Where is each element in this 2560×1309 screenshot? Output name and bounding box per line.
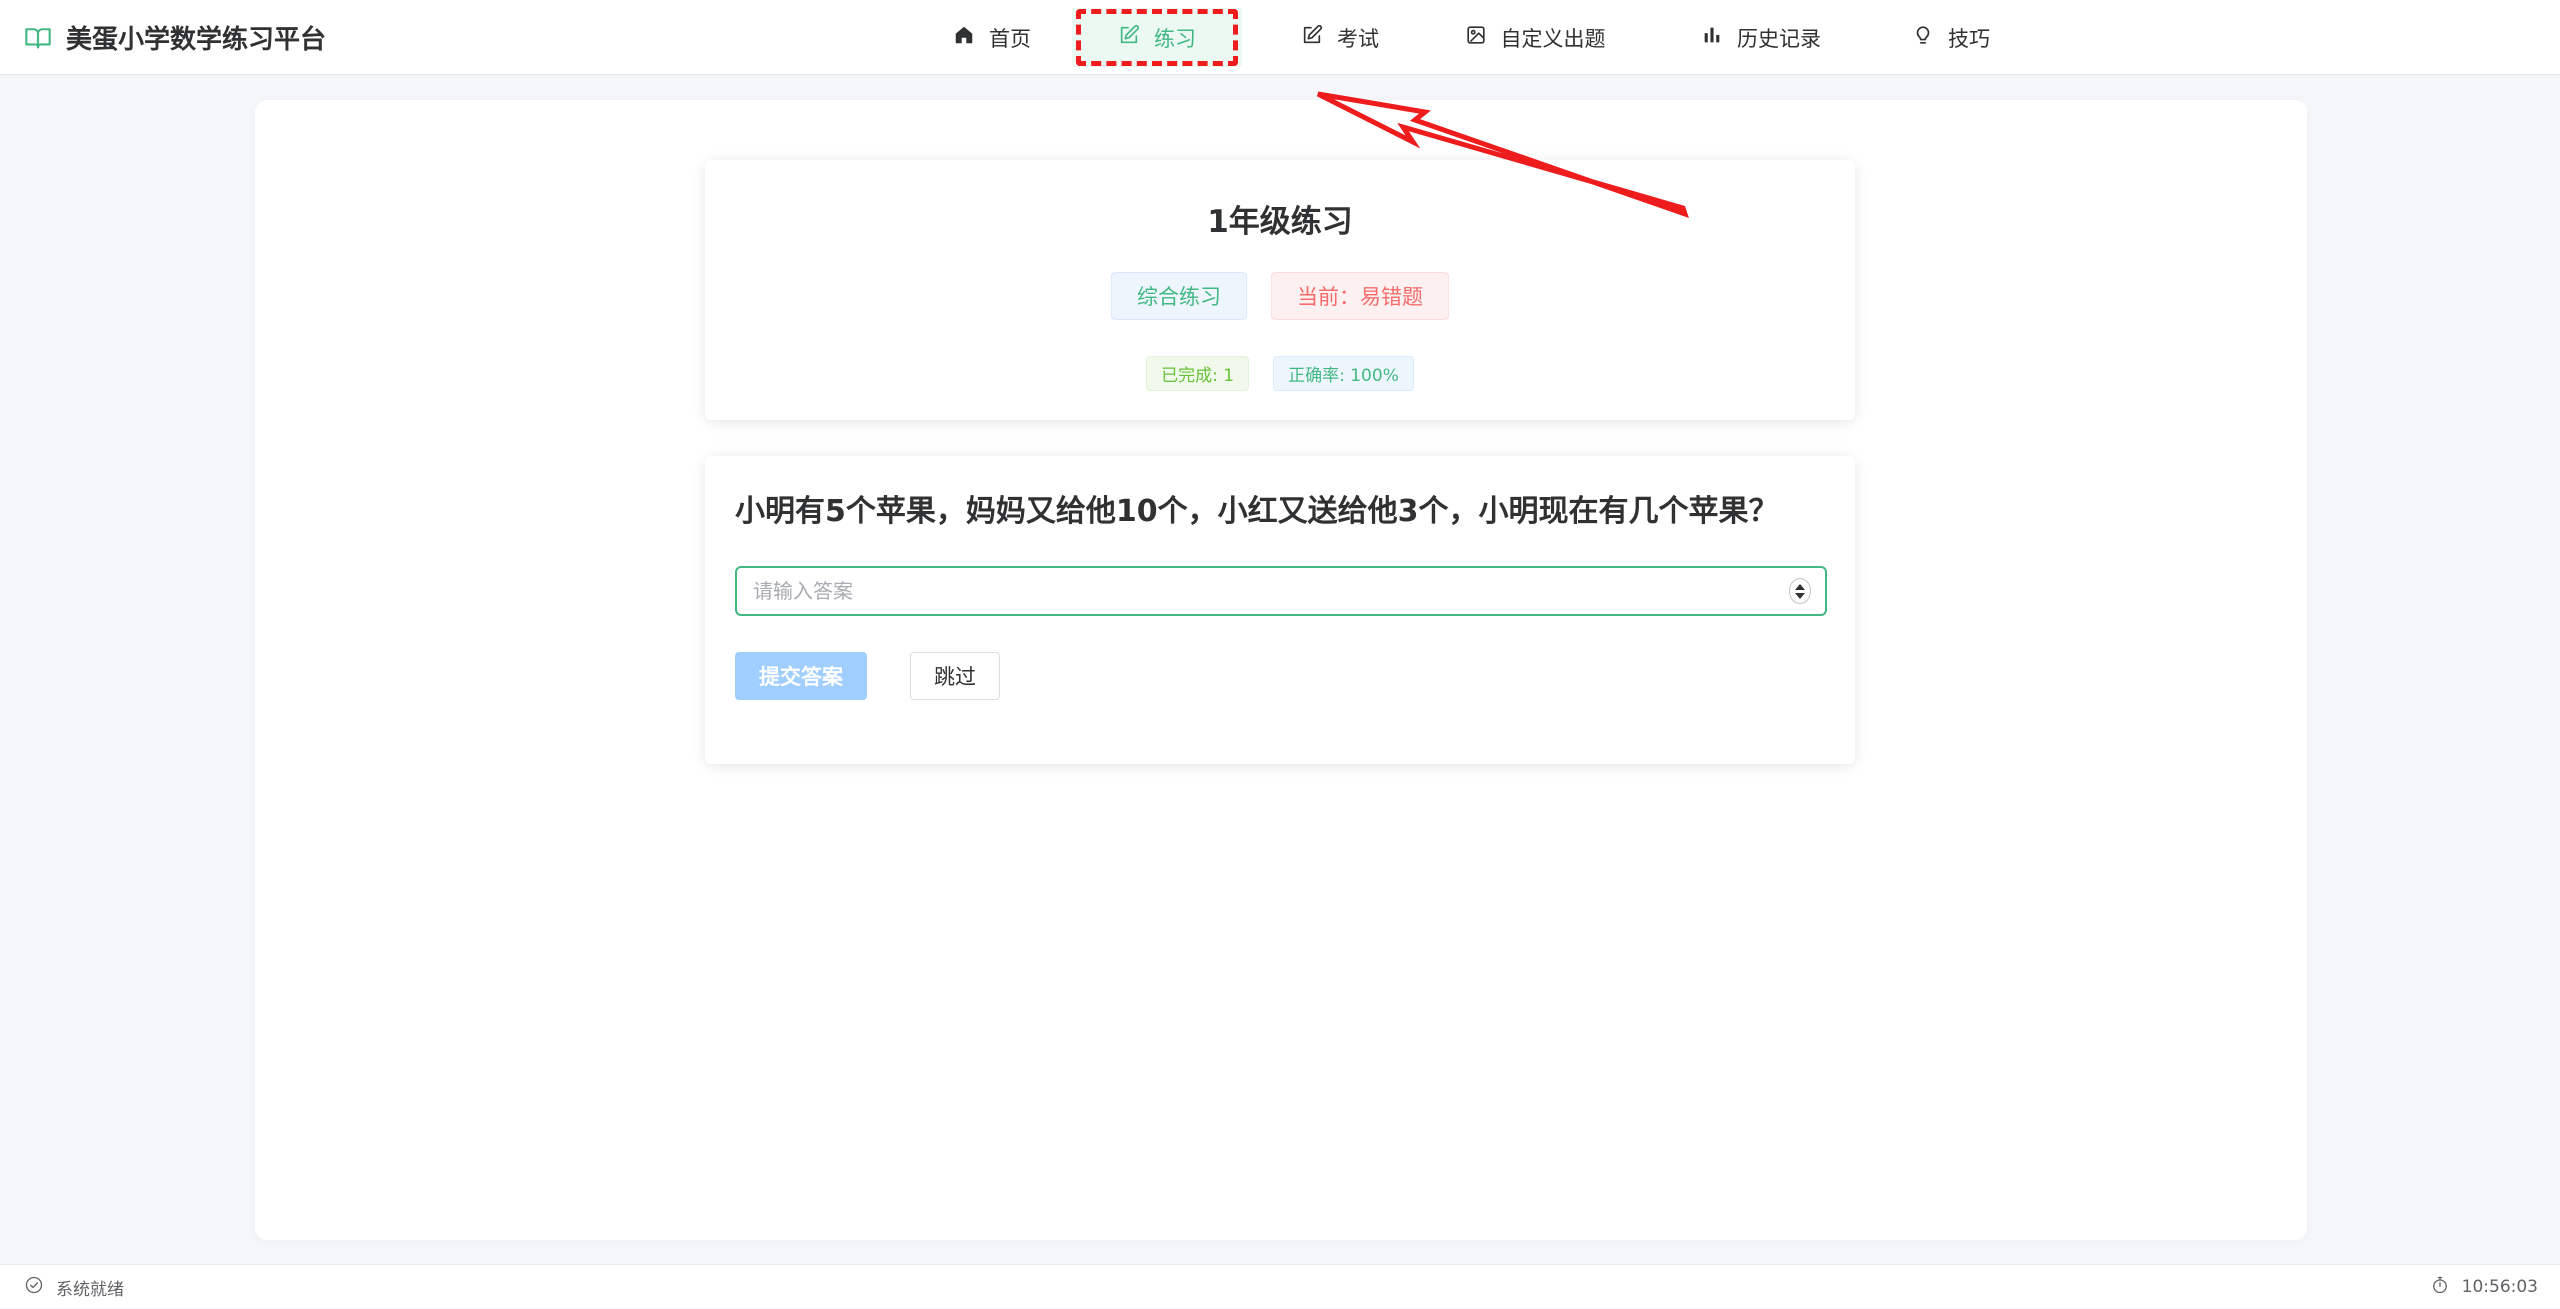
nav-item-tips[interactable]: 技巧: [1886, 8, 2016, 67]
nav-item-history[interactable]: 历史记录: [1676, 8, 1846, 67]
clock-time: 10:56:03: [2461, 1277, 2538, 1297]
question-text: 小明有5个苹果，妈妈又给他10个，小红又送给他3个，小明现在有几个苹果？: [735, 494, 1779, 529]
nav-item-label: 历史记录: [1737, 26, 1821, 51]
practice-info-card: 1年级练习 综合练习 当前：易错题 已完成: 1 正确率: 100%: [705, 160, 1855, 420]
submit-answer-button[interactable]: 提交答案: [735, 652, 867, 700]
check-circle-icon: [24, 1275, 44, 1300]
lightbulb-icon: [1912, 24, 1934, 51]
number-stepper[interactable]: [1789, 578, 1811, 604]
answer-input[interactable]: [737, 568, 1777, 614]
practice-title: 1年级练习: [1207, 204, 1353, 240]
skip-button[interactable]: 跳过: [910, 652, 1000, 700]
current-mode-tag[interactable]: 当前：易错题: [1271, 272, 1449, 320]
stats-row: 已完成: 1 正确率: 100%: [705, 356, 1855, 391]
clock: 10:56:03: [2430, 1265, 2538, 1309]
decrement-arrow-icon[interactable]: [1795, 592, 1805, 599]
nav-item-label: 练习: [1154, 26, 1196, 51]
tag-row: 综合练习 当前：易错题: [705, 272, 1855, 320]
nav-item-label: 技巧: [1948, 26, 1990, 51]
question-card: 小明有5个苹果，妈妈又给他10个，小红又送给他3个，小明现在有几个苹果？ 提交答…: [705, 456, 1855, 764]
picture-icon: [1465, 24, 1487, 51]
status-text: 系统就绪: [56, 1279, 124, 1300]
top-header: 美蛋小学数学练习平台 首页 练习 考试 自定义出题 历史记录 技巧: [0, 0, 2560, 75]
status-indicator: 系统就绪: [24, 1265, 124, 1309]
nav-item-label: 自定义出题: [1500, 26, 1606, 51]
nav-item-label: 考试: [1337, 26, 1379, 51]
edit-icon: [1301, 24, 1323, 51]
home-icon: [953, 24, 975, 51]
completed-count-badge: 已完成: 1: [1146, 356, 1250, 391]
stopwatch-icon: [2430, 1275, 2450, 1300]
nav-item-label: 首页: [989, 26, 1031, 51]
nav-item-practice[interactable]: 练习: [1072, 8, 1242, 67]
accuracy-badge: 正确率: 100%: [1273, 356, 1414, 391]
nav-item-custom-questions[interactable]: 自定义出题: [1440, 8, 1630, 67]
increment-arrow-icon[interactable]: [1795, 583, 1805, 590]
mode-tag[interactable]: 综合练习: [1111, 272, 1247, 320]
status-bar: 系统就绪 10:56:03: [0, 1264, 2560, 1308]
answer-field: [735, 566, 1827, 616]
nav-item-home[interactable]: 首页: [932, 8, 1052, 67]
main-nav: 首页 练习 考试 自定义出题 历史记录 技巧: [0, 0, 2560, 75]
bar-chart-icon: [1701, 24, 1723, 51]
main-content-card: 1年级练习 综合练习 当前：易错题 已完成: 1 正确率: 100% 小明有5个…: [255, 100, 2307, 1240]
edit-icon: [1118, 24, 1140, 51]
nav-item-exam[interactable]: 考试: [1270, 8, 1410, 67]
